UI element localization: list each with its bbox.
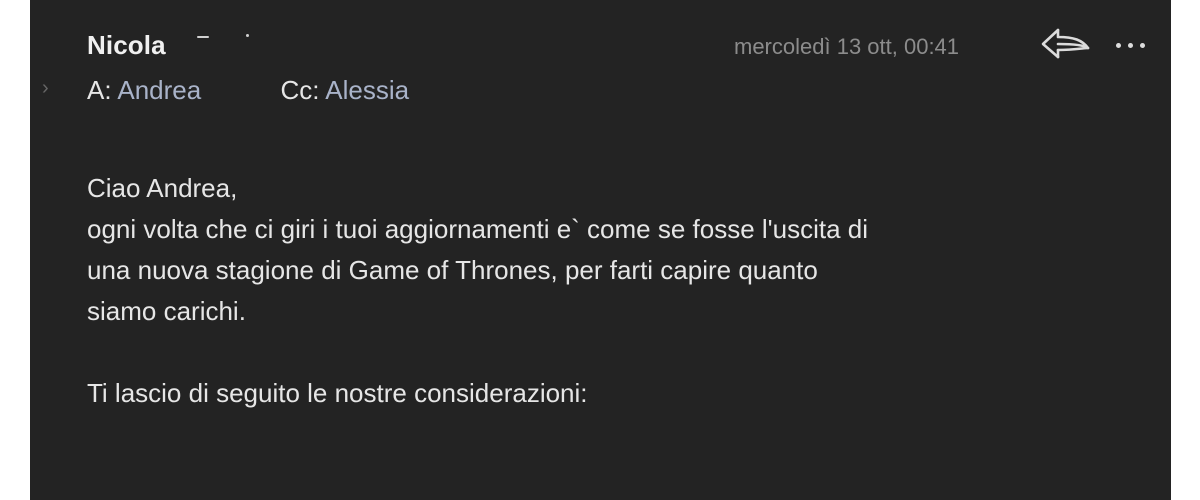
more-icon-dot xyxy=(1140,43,1145,48)
more-icon xyxy=(1116,43,1121,48)
email-message-panel: Nicola mercoledì 13 ott, 00:41 › A: Andr… xyxy=(30,0,1171,500)
redaction-mark xyxy=(246,34,249,37)
reply-button[interactable] xyxy=(1038,24,1094,64)
sender-name[interactable]: Nicola xyxy=(87,30,166,60)
body-greeting: Ciao Andrea, xyxy=(87,173,238,203)
cc-label: Cc: xyxy=(280,75,320,105)
more-options-button[interactable] xyxy=(1114,26,1148,62)
reply-icon xyxy=(1041,28,1090,59)
body-line: una nuova stagione di Game of Thrones, p… xyxy=(87,255,818,285)
cc-group: Cc: Alessia xyxy=(280,75,409,105)
cc-recipient[interactable]: Alessia xyxy=(325,75,409,105)
to-recipient[interactable]: Andrea xyxy=(117,75,201,105)
redaction-mark xyxy=(197,36,209,38)
message-timestamp: mercoledì 13 ott, 00:41 xyxy=(734,34,960,59)
body-line: siamo carichi. xyxy=(87,296,246,326)
chevron-right-icon[interactable]: › xyxy=(42,78,49,98)
body-line: ogni volta che ci giri i tuoi aggiorname… xyxy=(87,214,869,244)
recipients-row: A: Andrea Cc: Alessia xyxy=(87,74,409,106)
more-icon-dot xyxy=(1128,43,1133,48)
redacted-surname xyxy=(197,34,257,48)
to-label: A: xyxy=(87,75,112,105)
body-line: Ti lascio di seguito le nostre considera… xyxy=(87,378,588,408)
message-body: Ciao Andrea, ogni volta che ci giri i tu… xyxy=(87,168,1147,414)
